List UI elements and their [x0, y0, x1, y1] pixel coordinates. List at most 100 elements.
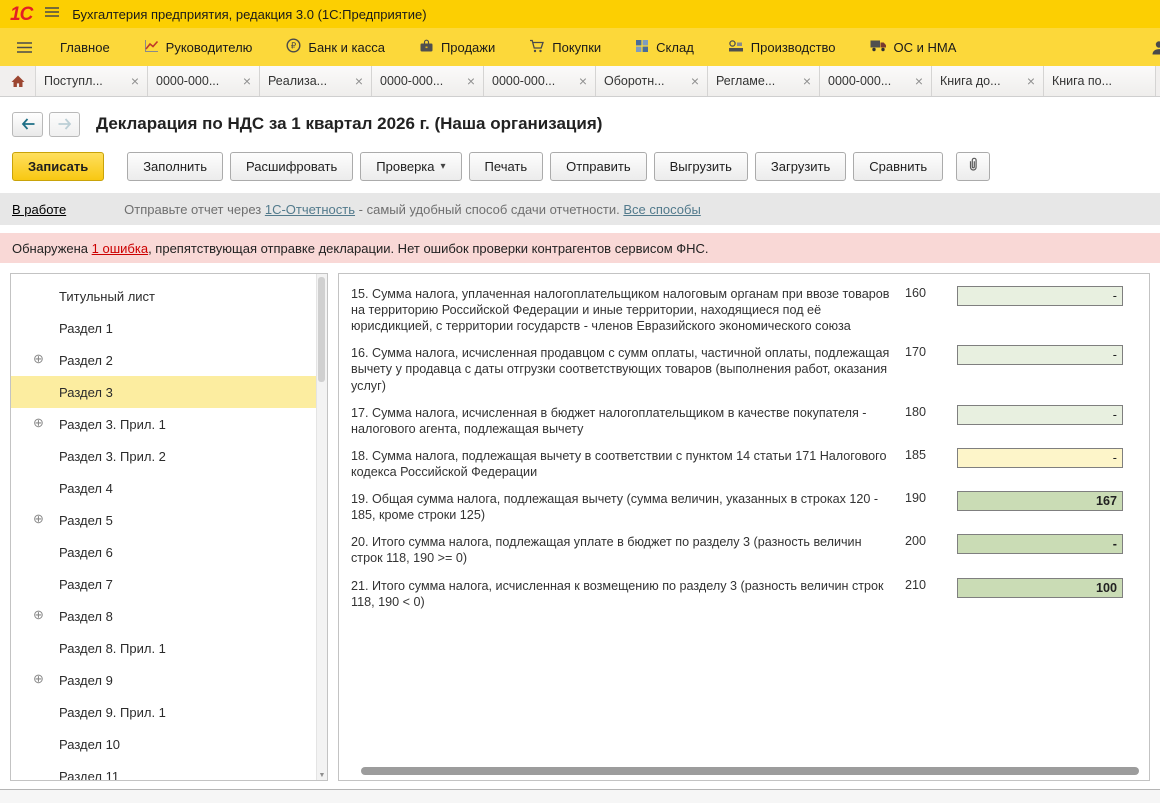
menu-item-label: Покупки: [552, 40, 601, 55]
section-item-razdel-8[interactable]: ⊕Раздел 8: [11, 600, 327, 632]
fill-button[interactable]: Заполнить: [127, 152, 223, 181]
tab-document-4[interactable]: 0000-000...×: [820, 66, 932, 96]
expand-icon[interactable]: ⊕: [33, 512, 44, 525]
close-icon[interactable]: ×: [579, 74, 587, 88]
section-item-razdel-4[interactable]: Раздел 4: [11, 472, 327, 504]
tab-document-2[interactable]: 0000-000...×: [372, 66, 484, 96]
back-button[interactable]: [12, 112, 43, 137]
menu-item-pokupki[interactable]: Покупки: [512, 28, 618, 66]
sidebar-vertical-scrollbar[interactable]: ▼: [316, 274, 327, 780]
status-state-link[interactable]: В работе: [12, 202, 66, 217]
user-icon[interactable]: [1151, 40, 1160, 60]
export-button[interactable]: Выгрузить: [654, 152, 748, 181]
section-item-label: Раздел 3. Прил. 2: [59, 449, 166, 464]
scrollbar-thumb[interactable]: [361, 767, 1139, 775]
close-icon[interactable]: ×: [1027, 74, 1035, 88]
expand-icon[interactable]: ⊕: [33, 672, 44, 685]
home-icon[interactable]: [0, 66, 36, 96]
section-item-label: Раздел 1: [59, 321, 113, 336]
forward-button[interactable]: [49, 112, 80, 137]
tab-document-1[interactable]: 0000-000...×: [148, 66, 260, 96]
close-icon[interactable]: ×: [803, 74, 811, 88]
compare-button[interactable]: Сравнить: [853, 152, 943, 181]
value-field-190[interactable]: 167: [957, 491, 1123, 511]
tab-document-3[interactable]: 0000-000...×: [484, 66, 596, 96]
declaration-form-panel: 15. Сумма налога, уплаченная налогоплате…: [338, 273, 1150, 781]
row-line-code: 160: [905, 286, 951, 300]
section-item-label: Раздел 5: [59, 513, 113, 528]
status-text: Отправьте отчет через: [124, 202, 265, 217]
main-area: Титульный лист Раздел 1 ⊕Раздел 2 Раздел…: [10, 273, 1150, 781]
close-icon[interactable]: ×: [131, 74, 139, 88]
form-row-210: 21. Итого сумма налога, исчисленная к во…: [351, 578, 1119, 610]
menu-item-prodazhi[interactable]: Продажи: [402, 28, 512, 66]
menu-item-rukovoditelyu[interactable]: Руководителю: [127, 28, 270, 66]
section-item-razdel-11[interactable]: Раздел 11: [11, 760, 327, 781]
section-item-titulnyj-list[interactable]: Титульный лист: [11, 280, 327, 312]
attachment-button[interactable]: [956, 152, 990, 181]
menu-item-sklad[interactable]: Склад: [618, 28, 711, 66]
status-text: - самый удобный способ сдачи отчетности.: [355, 202, 623, 217]
section-item-razdel-9-pril-1[interactable]: Раздел 9. Прил. 1: [11, 696, 327, 728]
tab-kniga-pokupok[interactable]: Книга по...: [1044, 66, 1156, 96]
sections-panel-icon[interactable]: [12, 28, 43, 66]
close-icon[interactable]: ×: [243, 74, 251, 88]
grid-icon: [635, 39, 649, 56]
main-menu-icon[interactable]: [44, 5, 60, 23]
section-item-razdel-3[interactable]: Раздел 3: [11, 376, 327, 408]
section-item-razdel-10[interactable]: Раздел 10: [11, 728, 327, 760]
save-button[interactable]: Записать: [12, 152, 104, 181]
svg-text:₽: ₽: [291, 41, 297, 51]
send-button[interactable]: Отправить: [550, 152, 646, 181]
section-item-razdel-8-pril-1[interactable]: Раздел 8. Прил. 1: [11, 632, 327, 664]
error-text-after: , препятствующая отправке декларации. Не…: [148, 241, 708, 256]
form-row-170: 16. Сумма налога, исчисленная продавцом …: [351, 345, 1119, 393]
close-icon[interactable]: ×: [355, 74, 363, 88]
1c-reporting-link[interactable]: 1С-Отчетность: [265, 202, 355, 217]
value-field-200[interactable]: -: [957, 534, 1123, 554]
close-icon[interactable]: ×: [691, 74, 699, 88]
explain-button[interactable]: Расшифровать: [230, 152, 353, 181]
section-item-razdel-7[interactable]: Раздел 7: [11, 568, 327, 600]
scrollbar-thumb[interactable]: [318, 277, 325, 382]
scroll-down-icon[interactable]: ▼: [317, 772, 327, 779]
print-button[interactable]: Печать: [469, 152, 544, 181]
tab-oborotka[interactable]: Оборотн...×: [596, 66, 708, 96]
section-item-label: Раздел 10: [59, 737, 120, 752]
expand-icon[interactable]: ⊕: [33, 352, 44, 365]
form-horizontal-scrollbar[interactable]: [347, 767, 1141, 776]
close-icon[interactable]: ×: [467, 74, 475, 88]
section-item-razdel-1[interactable]: Раздел 1: [11, 312, 327, 344]
menu-item-glavnoe[interactable]: Главное: [43, 28, 127, 66]
section-item-razdel-3-pril-1[interactable]: ⊕Раздел 3. Прил. 1: [11, 408, 327, 440]
value-field-210[interactable]: 100: [957, 578, 1123, 598]
value-field-180[interactable]: -: [957, 405, 1123, 425]
section-item-razdel-5[interactable]: ⊕ Раздел 5: [11, 504, 327, 536]
tab-reglament[interactable]: Регламе...×: [708, 66, 820, 96]
tab-postuplenie[interactable]: Поступл...×: [36, 66, 148, 96]
import-button[interactable]: Загрузить: [755, 152, 846, 181]
tab-realizaciya[interactable]: Реализа...×: [260, 66, 372, 96]
section-item-label: Раздел 8. Прил. 1: [59, 641, 166, 656]
value-field-185[interactable]: -: [957, 448, 1123, 468]
expand-icon[interactable]: ⊕: [33, 416, 44, 429]
tab-kniga-dohodov[interactable]: Книга до... ×: [932, 66, 1044, 96]
section-item-razdel-2[interactable]: ⊕Раздел 2: [11, 344, 327, 376]
menu-item-bank-i-kassa[interactable]: ₽ Банк и касса: [269, 28, 402, 66]
menu-item-os-i-nma[interactable]: ОС и НМА: [853, 28, 974, 66]
section-item-razdel-6[interactable]: Раздел 6: [11, 536, 327, 568]
close-icon[interactable]: ×: [915, 74, 923, 88]
menu-item-proizvodstvo[interactable]: Производство: [711, 28, 853, 66]
open-windows-tabbar: Поступл...× 0000-000...× Реализа...× 000…: [0, 66, 1160, 97]
1c-logo: 1С: [10, 5, 32, 24]
value-field-170[interactable]: -: [957, 345, 1123, 365]
section-item-razdel-9[interactable]: ⊕Раздел 9: [11, 664, 327, 696]
all-methods-link[interactable]: Все способы: [623, 202, 700, 217]
value-field-160[interactable]: -: [957, 286, 1123, 306]
error-count-link[interactable]: 1 ошибка: [92, 241, 148, 256]
tab-label: Книга до...: [940, 74, 1021, 88]
check-dropdown-button[interactable]: Проверка ▾: [360, 152, 461, 181]
navigation-row: Декларация по НДС за 1 квартал 2026 г. (…: [0, 97, 1160, 145]
expand-icon[interactable]: ⊕: [33, 608, 44, 621]
section-item-razdel-3-pril-2[interactable]: Раздел 3. Прил. 2: [11, 440, 327, 472]
